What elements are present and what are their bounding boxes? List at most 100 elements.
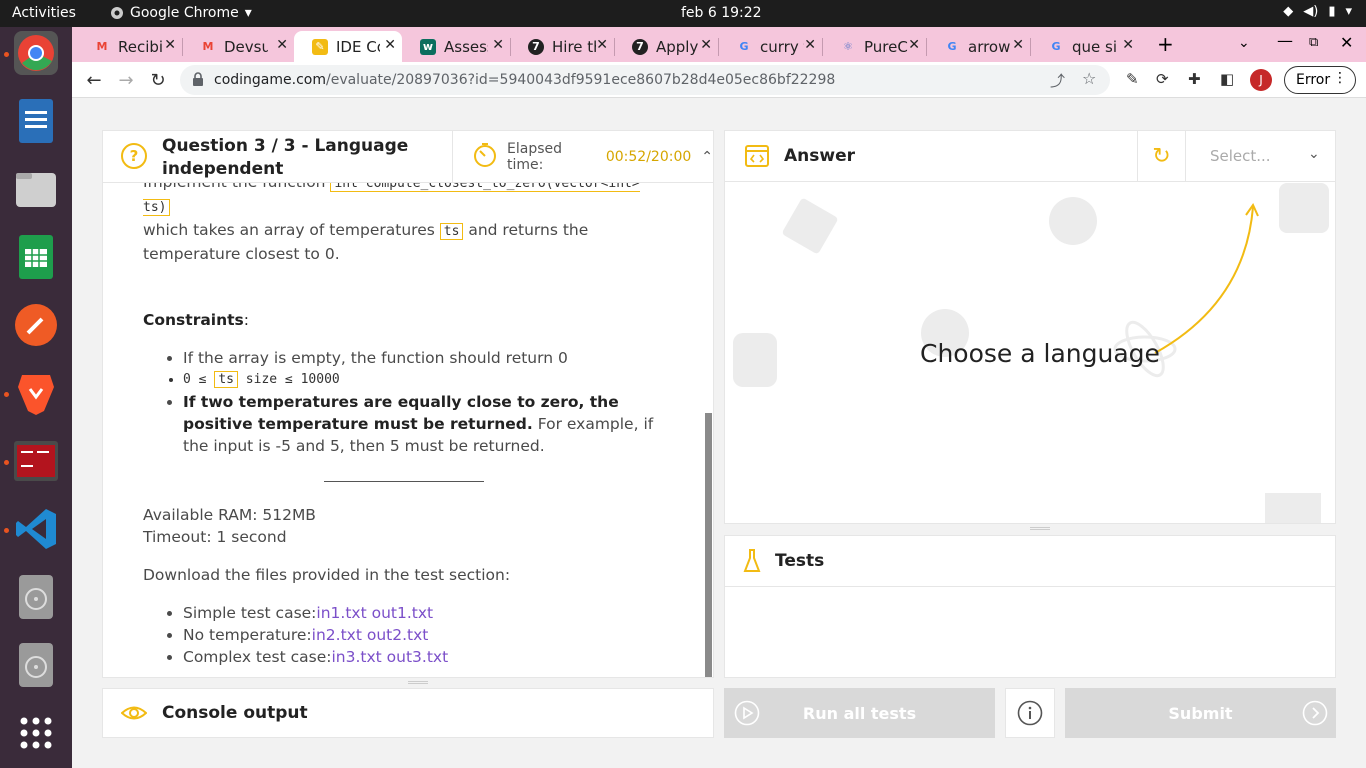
- close-icon[interactable]: ✕: [596, 37, 608, 53]
- language-select[interactable]: Select... ⌄: [1185, 131, 1335, 182]
- file-list: Simple test case:in1.txt out1.txt No tem…: [183, 602, 663, 668]
- close-icon[interactable]: ✕: [276, 37, 288, 53]
- resize-handle[interactable]: [408, 681, 428, 684]
- close-icon[interactable]: ✕: [384, 37, 396, 53]
- tests-panel: Tests: [724, 535, 1336, 678]
- puzzle-icon[interactable]: ✚: [1188, 70, 1201, 88]
- file-link[interactable]: out3.txt: [387, 648, 449, 666]
- tab[interactable]: G curry f ✕: [718, 31, 822, 62]
- calc-dock-icon[interactable]: [14, 235, 58, 279]
- tab[interactable]: G arrow ✕: [926, 31, 1030, 62]
- back-button[interactable]: ←: [82, 68, 106, 92]
- running-indicator: [4, 52, 9, 57]
- gmail-icon: M: [202, 40, 214, 53]
- console-title: Console output: [162, 703, 308, 723]
- tab-label: Apply: [656, 37, 699, 56]
- tab[interactable]: ⚛ PureC ✕: [822, 31, 926, 62]
- postman-dock-icon[interactable]: [14, 303, 58, 347]
- app-menu[interactable]: Google Chrome ▾: [110, 5, 252, 21]
- file-link[interactable]: out1.txt: [372, 604, 434, 622]
- tab[interactable]: w Assess ✕: [402, 31, 510, 62]
- tab-active[interactable]: ✎ IDE Co ✕: [294, 31, 402, 62]
- page-content: ? Question 3 / 3 - Language independent …: [72, 98, 1366, 768]
- close-icon[interactable]: ✕: [804, 37, 816, 53]
- volume-icon: ◀): [1303, 4, 1319, 19]
- console-panel[interactable]: Console output: [102, 688, 714, 738]
- file-label: Complex test case:: [183, 648, 332, 666]
- question-panel: ? Question 3 / 3 - Language independent …: [102, 130, 714, 678]
- reset-button[interactable]: ↻: [1137, 131, 1185, 182]
- activities-button[interactable]: Activities: [12, 5, 76, 21]
- disk-dock-icon[interactable]: [14, 643, 58, 687]
- error-button[interactable]: Error ⋮: [1284, 66, 1356, 94]
- maximize-button[interactable]: ⧉: [1309, 35, 1318, 50]
- terminal-dock-icon[interactable]: [14, 439, 58, 483]
- running-indicator: [4, 460, 9, 465]
- file-link[interactable]: in1.txt: [316, 604, 366, 622]
- app-name: Google Chrome: [130, 5, 239, 21]
- tab[interactable]: M Recibi ✕: [76, 31, 182, 62]
- side-panel-icon[interactable]: ◧: [1220, 70, 1234, 88]
- tab[interactable]: M Devsu ✕: [182, 31, 294, 62]
- bookmark-star-icon[interactable]: ☆: [1082, 69, 1096, 88]
- new-tab-button[interactable]: +: [1157, 32, 1174, 56]
- extension-icon[interactable]: ⟳: [1156, 70, 1169, 88]
- tab-label: Hire th: [552, 37, 596, 56]
- info-button[interactable]: [1005, 688, 1055, 738]
- tab-strip: M Recibi ✕ M Devsu ✕ ✎ IDE Co ✕ w Assess…: [72, 27, 1366, 62]
- brave-dock-icon[interactable]: [14, 371, 58, 415]
- list-item: Simple test case:in1.txt out1.txt: [183, 602, 663, 624]
- files-dock-icon[interactable]: [14, 167, 58, 211]
- tab-search-button[interactable]: ⌄: [1238, 35, 1250, 51]
- file-link[interactable]: in2.txt: [312, 626, 362, 644]
- answer-panel: Answer ↻ Select... ⌄ Choose a language: [724, 130, 1336, 524]
- scrollbar[interactable]: [705, 413, 712, 677]
- more-icon: ⋮: [1333, 70, 1347, 86]
- writer-dock-icon[interactable]: [14, 99, 58, 143]
- tab[interactable]: 7 Apply ✕: [614, 31, 718, 62]
- divider: [324, 481, 484, 482]
- file-link[interactable]: in3.txt: [331, 648, 381, 666]
- play-icon: [734, 700, 760, 730]
- list-item: If two temperatures are equally close to…: [183, 391, 663, 457]
- wifi-icon: ◆: [1283, 4, 1294, 19]
- share-icon[interactable]: ⤴: [1050, 70, 1065, 91]
- codingame-icon: ✎: [312, 38, 328, 55]
- reload-button[interactable]: ↻: [146, 68, 170, 92]
- system-top-bar: Activities Google Chrome ▾ feb 6 19:22 ◆…: [0, 0, 1366, 27]
- forward-button[interactable]: →: [114, 68, 138, 92]
- elapsed-timer[interactable]: Elapsed time: 00:52/20:00 ⌃: [452, 131, 713, 182]
- minimize-button[interactable]: —: [1277, 31, 1293, 50]
- avatar[interactable]: J: [1250, 69, 1272, 91]
- run-all-tests-button[interactable]: Run all tests: [724, 688, 995, 738]
- clock[interactable]: feb 6 19:22: [681, 5, 762, 21]
- tab[interactable]: G que si ✕: [1030, 31, 1140, 62]
- system-tray[interactable]: ◆ ◀) ▮ ▾: [1283, 4, 1352, 19]
- file-label: Simple test case:: [183, 604, 317, 622]
- close-icon[interactable]: ✕: [1122, 37, 1134, 53]
- close-icon[interactable]: ✕: [1012, 37, 1024, 53]
- list-item: No temperature:in2.txt out2.txt: [183, 624, 663, 646]
- eye-icon: [120, 702, 148, 728]
- address-bar[interactable]: codingame.com/evaluate/20897036?id=59400…: [180, 65, 1110, 95]
- close-icon[interactable]: ✕: [908, 37, 920, 53]
- resize-handle[interactable]: [1030, 527, 1050, 530]
- chrome-dock-icon[interactable]: [14, 31, 58, 75]
- tab[interactable]: 7 Hire th ✕: [510, 31, 614, 62]
- flask-icon: [743, 549, 761, 577]
- vscode-dock-icon[interactable]: [14, 507, 58, 551]
- submit-button[interactable]: Submit: [1065, 688, 1336, 738]
- close-icon[interactable]: ✕: [492, 37, 504, 53]
- app-grid-icon[interactable]: [14, 711, 58, 755]
- elapsed-label: Elapsed time:: [507, 140, 562, 173]
- window-close-button[interactable]: ✕: [1340, 33, 1353, 52]
- extension-icon[interactable]: ✎: [1126, 70, 1139, 88]
- disk-dock-icon[interactable]: [14, 575, 58, 619]
- close-icon[interactable]: ✕: [164, 37, 176, 53]
- file-link[interactable]: out2.txt: [367, 626, 429, 644]
- google-icon: G: [739, 40, 749, 53]
- close-icon[interactable]: ✕: [700, 37, 712, 53]
- constraint-text: size ≤ 10000: [245, 372, 340, 387]
- code-icon: [745, 145, 769, 171]
- url-domain: codingame.com: [214, 72, 326, 88]
